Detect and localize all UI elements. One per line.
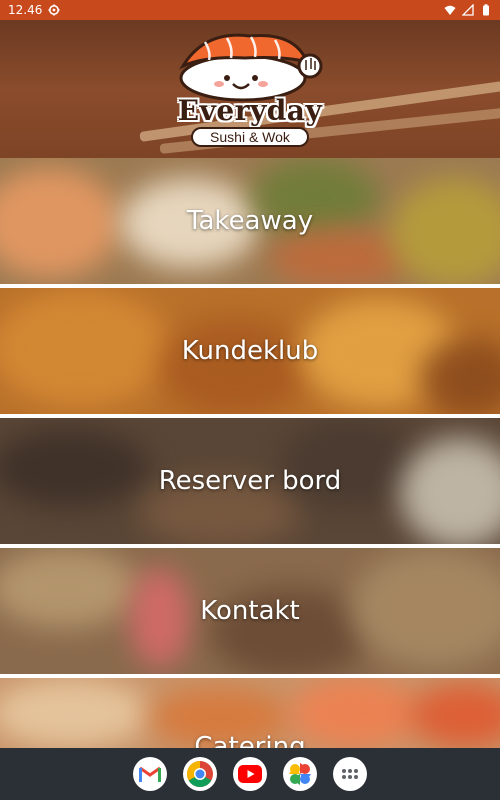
logo-title: Everyday <box>177 94 323 127</box>
menu-item-label: Kontakt <box>200 596 300 626</box>
youtube-icon[interactable] <box>233 757 267 791</box>
food-photo-blur <box>160 318 310 414</box>
food-photo-blur <box>0 428 150 508</box>
food-photo-blur <box>410 683 500 748</box>
menu-item-reserver-bord[interactable]: Reserver bord <box>0 418 500 544</box>
logo-subtitle: Sushi & Wok <box>191 127 309 147</box>
food-photo-blur <box>130 568 190 668</box>
gmail-icon[interactable] <box>133 757 167 791</box>
status-bar: 12.46 <box>0 0 500 20</box>
wifi-icon <box>444 5 456 15</box>
menu-item-kundeklub[interactable]: Kundeklub <box>0 288 500 414</box>
menu-item-label: Catering <box>194 732 306 748</box>
food-photo-blur <box>0 678 150 748</box>
app-drawer-icon[interactable] <box>333 757 367 791</box>
food-photo-blur <box>270 228 410 284</box>
settings-gear-icon <box>48 4 60 16</box>
food-photo-blur <box>0 548 140 628</box>
food-photo-blur <box>290 678 420 748</box>
food-photo-blur <box>0 168 120 278</box>
photos-icon[interactable] <box>283 757 317 791</box>
menu-item-catering[interactable]: Catering <box>0 678 500 748</box>
chrome-icon[interactable] <box>183 757 217 791</box>
menu-item-kontakt[interactable]: Kontakt <box>0 548 500 674</box>
app-header: Everyday Sushi & Wok <box>0 20 500 158</box>
food-photo-blur <box>390 178 500 284</box>
food-photo-blur <box>0 288 170 408</box>
battery-icon <box>483 4 489 16</box>
menu-item-label: Takeaway <box>186 206 314 236</box>
menu-item-label: Reserver bord <box>158 466 342 496</box>
menu-item-takeaway[interactable]: Takeaway <box>0 158 500 284</box>
system-dock <box>0 748 500 800</box>
menu-item-label: Kundeklub <box>181 336 319 366</box>
food-photo-blur <box>350 548 500 668</box>
restaurant-logo: Everyday Sushi & Wok <box>165 26 335 150</box>
signal-icon <box>462 4 474 16</box>
status-time: 12.46 <box>8 3 43 17</box>
